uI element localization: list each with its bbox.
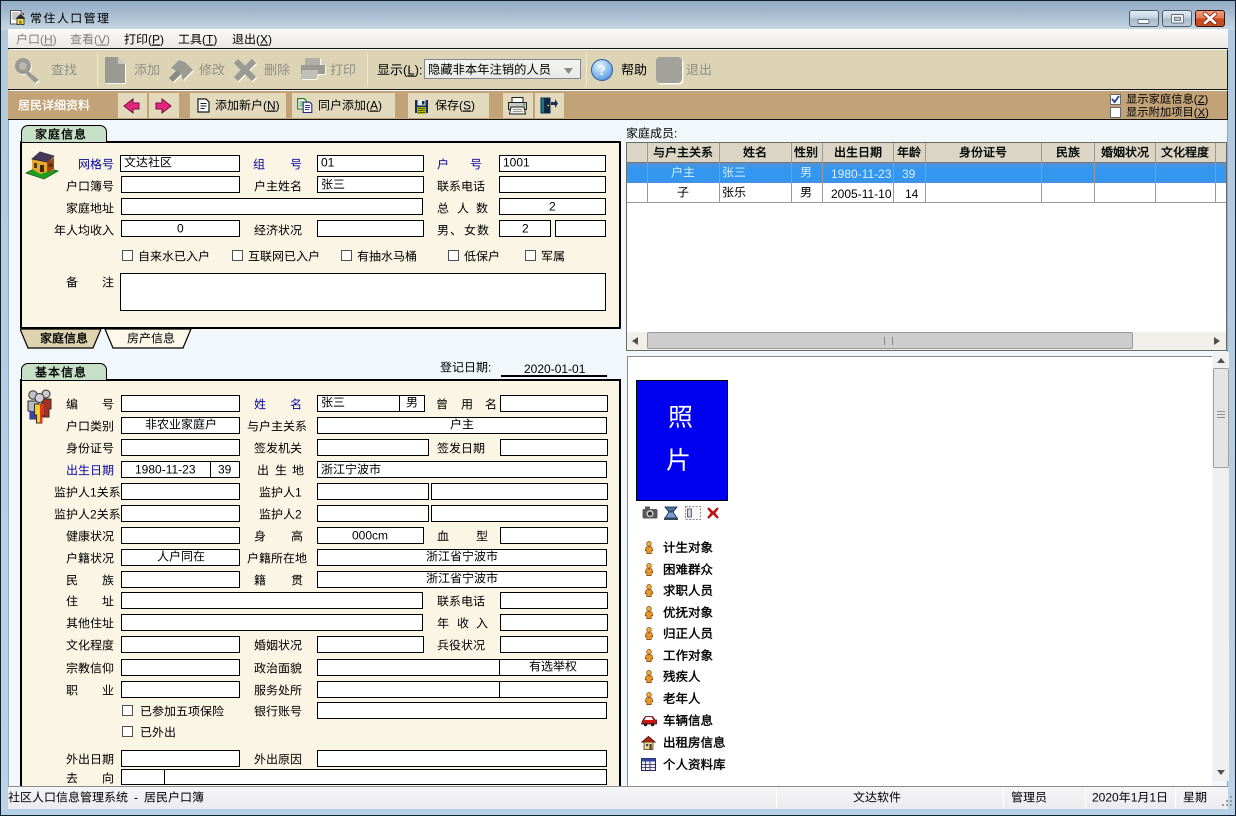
svg-text::: : <box>674 127 677 141</box>
svg-text:1001: 1001 <box>503 156 530 170</box>
svg-text:(V): (V) <box>94 33 110 47</box>
svg-text:2: 2 <box>522 222 529 236</box>
svg-text:000cm: 000cm <box>352 529 388 543</box>
svg-text:(T): (T) <box>202 33 217 47</box>
svg-text:(A): (A) <box>366 99 382 113</box>
svg-text:1: 1 <box>295 486 302 500</box>
svg-text:(N): (N) <box>263 99 280 113</box>
svg-text:(P): (P) <box>148 33 164 47</box>
svg-text:(L):: (L): <box>403 63 423 77</box>
svg-text:2: 2 <box>295 508 302 522</box>
svg-text:2020: 2020 <box>1092 791 1119 805</box>
svg-text:-: - <box>134 791 138 805</box>
svg-text:1: 1 <box>1130 791 1137 805</box>
svg-text:?: ? <box>599 64 606 79</box>
svg-text:1: 1 <box>90 486 97 500</box>
svg-text:01: 01 <box>321 156 335 170</box>
svg-text:0: 0 <box>177 222 184 236</box>
svg-text:2: 2 <box>549 200 556 214</box>
svg-text:1980-11-23: 1980-11-23 <box>135 463 196 477</box>
svg-text:39: 39 <box>218 463 232 477</box>
svg-text:(S): (S) <box>459 99 475 113</box>
svg-text::: : <box>488 361 491 375</box>
svg-text:(X): (X) <box>1194 107 1209 119</box>
svg-text:1: 1 <box>1149 791 1156 805</box>
svg-text:(H): (H) <box>40 33 57 47</box>
svg-text:(X): (X) <box>256 33 272 47</box>
svg-text:(Z): (Z) <box>1194 94 1209 106</box>
svg-text:2: 2 <box>90 508 97 522</box>
